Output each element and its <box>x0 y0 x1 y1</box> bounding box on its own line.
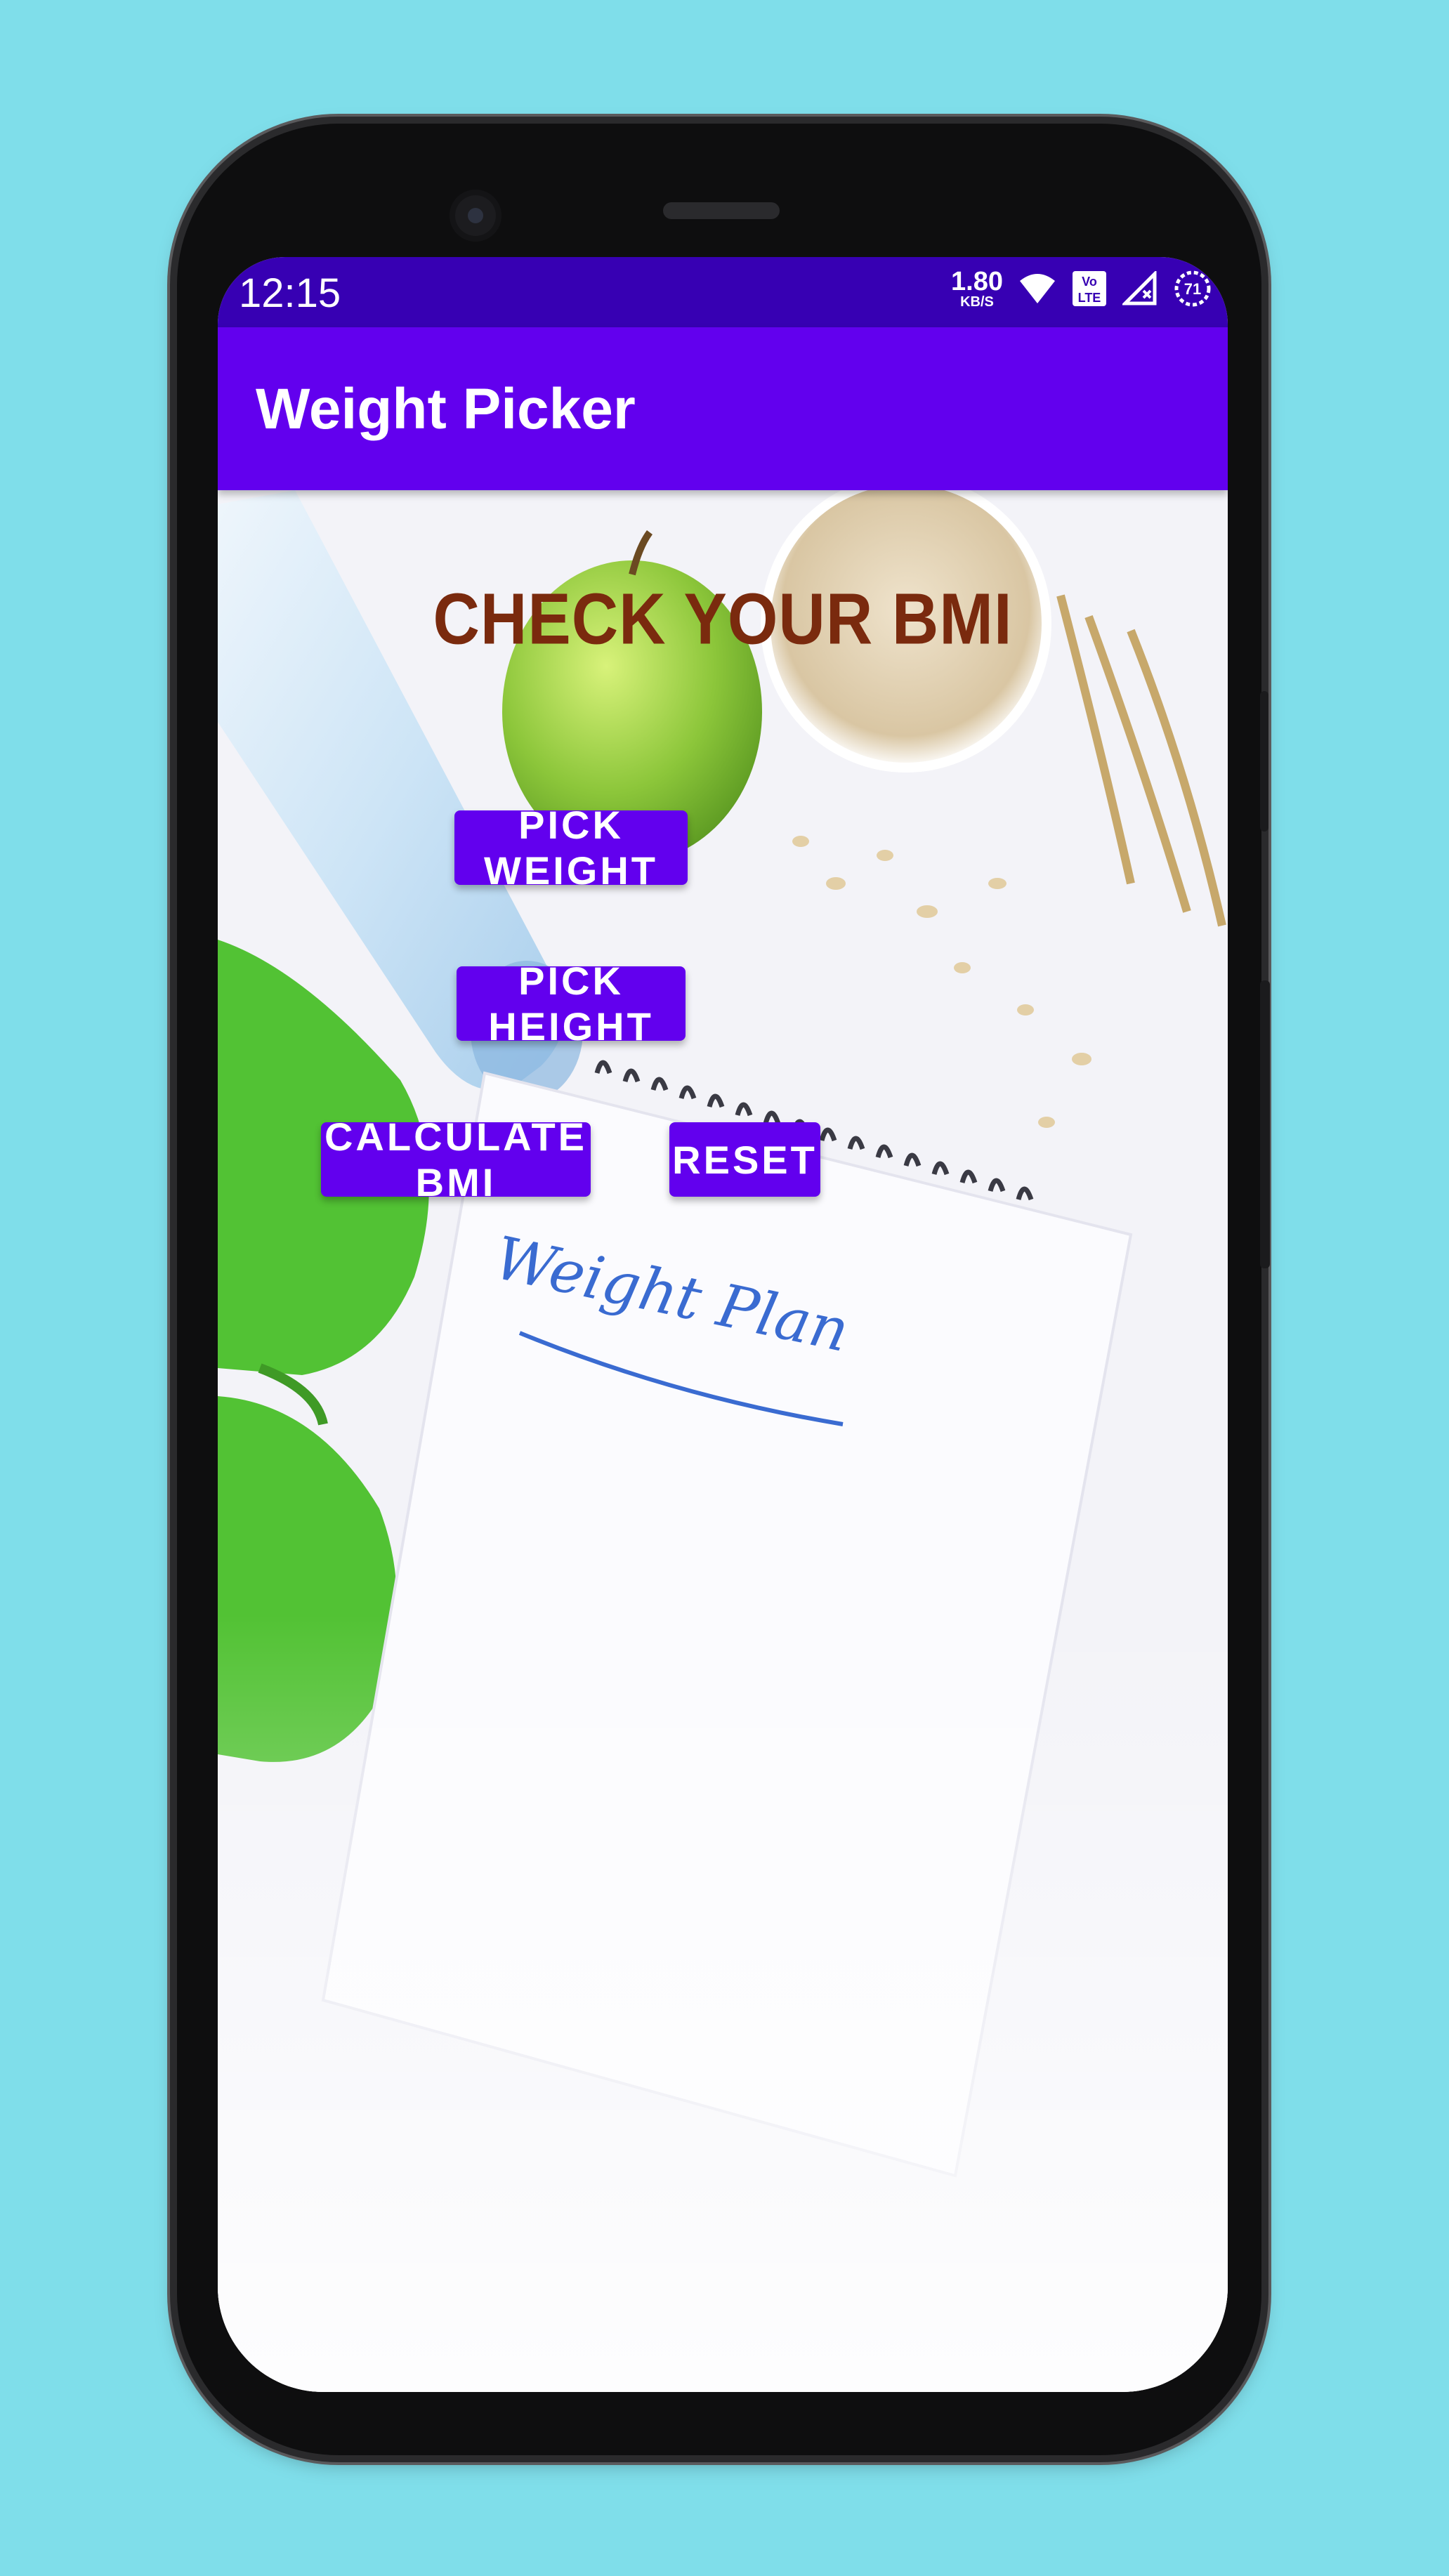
svg-text:Vo: Vo <box>1082 275 1097 289</box>
app-bar: Weight Picker <box>218 327 1228 490</box>
calculate-bmi-button[interactable]: CALCULATE BMI <box>321 1115 591 1204</box>
volume-button <box>1260 980 1270 1268</box>
network-speed: 1.80 KB/S <box>951 268 1003 309</box>
earpiece-speaker <box>663 202 780 219</box>
power-button <box>1260 691 1268 832</box>
status-time: 12:15 <box>239 270 341 316</box>
battery-icon: 71 <box>1173 269 1212 308</box>
pick-height-button[interactable]: PICK HEIGHT <box>457 959 686 1049</box>
reset-button[interactable]: RESET <box>669 1122 820 1197</box>
main-content: Weight Plan CHECK YOUR BMI PICK WEIGHT P… <box>218 490 1228 2392</box>
network-speed-unit: KB/S <box>960 294 994 310</box>
signal-icon <box>1122 271 1158 306</box>
status-icons: 1.80 KB/S Vo LTE 71 <box>951 268 1212 309</box>
background-image: Weight Plan <box>218 490 1228 2392</box>
app-title: Weight Picker <box>256 377 636 441</box>
volte-icon: Vo LTE <box>1072 270 1107 307</box>
phone-screen: 12:15 1.80 KB/S Vo LTE 71 Weight Picker … <box>218 257 1228 2392</box>
status-bar: 12:15 1.80 KB/S Vo LTE 71 <box>218 257 1228 327</box>
battery-level: 71 <box>1184 280 1201 298</box>
network-speed-value: 1.80 <box>951 267 1003 296</box>
page-headline: CHECK YOUR BMI <box>433 579 1013 660</box>
pick-weight-button[interactable]: PICK WEIGHT <box>454 803 688 893</box>
wifi-icon <box>1018 272 1056 305</box>
svg-text:LTE: LTE <box>1078 291 1101 305</box>
front-camera <box>450 190 501 242</box>
